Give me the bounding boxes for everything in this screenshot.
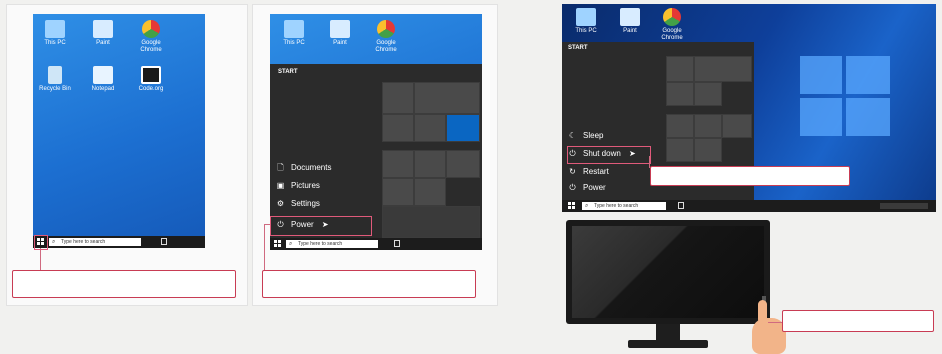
- menu-item-settings[interactable]: ⚙ Settings: [276, 198, 320, 210]
- desktop-screen-2: This PC Paint Google Chrome START 🗋 Docum…: [270, 14, 482, 250]
- desktop-icon-this-pc[interactable]: This PC: [566, 8, 606, 35]
- taskbar: ⌕ Type here to search: [33, 236, 205, 248]
- desktop-icon-this-pc[interactable]: This PC: [274, 20, 314, 47]
- taskbar: ⌕ Type here to search: [270, 238, 482, 250]
- search-box[interactable]: ⌕ Type here to search: [286, 240, 378, 248]
- document-icon: 🗋: [277, 163, 284, 172]
- tile-7[interactable]: [666, 138, 694, 162]
- notepad-icon: [93, 66, 113, 84]
- desktop-icon-paint[interactable]: Paint: [320, 20, 360, 47]
- start-menu: START 🗋 Documents ▣ Pictures ⚙ Settings ⏻ Po…: [270, 64, 482, 238]
- tile-6[interactable]: [414, 150, 446, 178]
- tile-7[interactable]: [382, 178, 414, 206]
- answer-box-2[interactable]: [262, 270, 476, 298]
- pointing-hand-icon: [752, 318, 786, 354]
- recycle-bin-icon: [48, 66, 62, 84]
- desktop-icon-chrome[interactable]: Google Chrome: [366, 20, 406, 54]
- desktop-icon-chrome[interactable]: Google Chrome: [652, 8, 692, 42]
- computer-icon: [284, 20, 304, 38]
- computer-icon: [45, 20, 65, 38]
- start-button[interactable]: [568, 202, 576, 210]
- desktop-icon-this-pc[interactable]: This PC: [35, 20, 75, 47]
- search-icon: ⌕: [585, 203, 589, 209]
- monitor-screen: [572, 226, 764, 318]
- search-icon: ⌕: [52, 239, 56, 245]
- settings-icon: ⚙: [276, 199, 285, 208]
- pointing-finger: [758, 300, 767, 324]
- tile-5[interactable]: [382, 150, 414, 178]
- restart-icon: ↻: [569, 167, 576, 176]
- tile-6[interactable]: [694, 114, 722, 138]
- search-icon: ⌕: [289, 241, 293, 247]
- tile-8[interactable]: [414, 178, 446, 206]
- desktop-icon-chrome[interactable]: Google Chrome: [131, 20, 171, 54]
- power-option-sleep[interactable]: ☾ Sleep: [568, 130, 604, 142]
- task-view-icon[interactable]: [678, 202, 684, 209]
- desktop-icon-code-org[interactable]: Code.org: [131, 66, 171, 93]
- start-menu-header: START: [568, 45, 588, 51]
- code-org-icon: [141, 66, 161, 84]
- chrome-icon: [142, 20, 160, 38]
- monitor-stand-base: [628, 340, 708, 348]
- desktop-screen-1: This PC Paint Google Chrome Recycle Bin …: [33, 14, 205, 248]
- callout-connector: [768, 322, 782, 323]
- tile-2[interactable]: [694, 56, 752, 82]
- tile-linkedin[interactable]: [446, 114, 480, 142]
- chrome-icon: [663, 8, 681, 26]
- tile-4[interactable]: [414, 114, 446, 142]
- menu-item-documents[interactable]: 🗋 Documents: [276, 162, 331, 174]
- desktop-icon-notepad[interactable]: Notepad: [83, 66, 123, 93]
- paint-icon: [620, 8, 640, 26]
- task-view-icon[interactable]: [394, 240, 400, 247]
- start-button-highlight: [34, 235, 48, 250]
- shut-down-highlight: [567, 146, 651, 164]
- chrome-icon: [377, 20, 395, 38]
- tile-2[interactable]: [414, 82, 480, 114]
- paint-icon: [93, 20, 113, 38]
- computer-icon: [576, 8, 596, 26]
- tile-8[interactable]: [694, 138, 722, 162]
- power-option-power[interactable]: ⏻ Power: [568, 182, 605, 194]
- power-option-restart[interactable]: ↻ Restart: [568, 166, 609, 178]
- pictures-icon: ▣: [276, 181, 285, 190]
- windows-logo-wallpaper: [800, 56, 890, 136]
- answer-box-1[interactable]: [12, 270, 236, 298]
- tile-empty: [382, 206, 480, 238]
- start-button[interactable]: [274, 240, 282, 248]
- desktop-icon-paint[interactable]: Paint: [610, 8, 650, 35]
- paint-icon: [330, 20, 350, 38]
- menu-item-pictures[interactable]: ▣ Pictures: [276, 180, 320, 192]
- sleep-icon: ☾: [568, 131, 577, 140]
- power-icon: ⏻: [569, 183, 576, 192]
- desktop-icon-paint[interactable]: Paint: [83, 20, 123, 47]
- desktop-icon-recycle-bin[interactable]: Recycle Bin: [35, 66, 75, 93]
- tile-whatsapp[interactable]: [446, 150, 480, 178]
- taskbar: ⌕ Type here to search: [562, 200, 936, 212]
- tile-3[interactable]: [382, 114, 414, 142]
- start-menu-header: START: [278, 69, 298, 75]
- tile-1[interactable]: [382, 82, 414, 114]
- callout-connector: [40, 248, 41, 270]
- answer-box-4[interactable]: [782, 310, 934, 332]
- system-tray[interactable]: [880, 203, 928, 209]
- tile-5[interactable]: [666, 114, 694, 138]
- task-view-icon[interactable]: [161, 238, 167, 245]
- tile-3[interactable]: [666, 82, 694, 106]
- search-box[interactable]: ⌕ Type here to search: [49, 238, 141, 246]
- tile-1[interactable]: [666, 56, 694, 82]
- search-box[interactable]: ⌕ Type here to search: [582, 202, 666, 210]
- power-item-highlight: [270, 216, 372, 236]
- tile-4[interactable]: [694, 82, 722, 106]
- callout-connector: [264, 224, 265, 270]
- monitor-icon: [566, 220, 770, 324]
- tile-whatsapp[interactable]: [722, 114, 752, 138]
- answer-box-3[interactable]: [650, 166, 850, 186]
